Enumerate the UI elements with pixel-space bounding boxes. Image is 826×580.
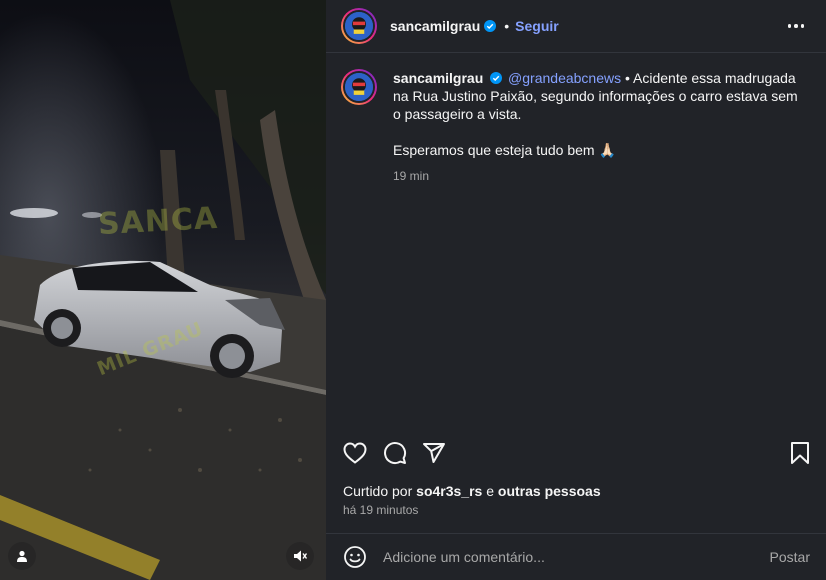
comments-section[interactable]: sancamilgrau @grandeabcnews • Acidente e… xyxy=(326,54,826,434)
person-icon xyxy=(17,550,27,562)
comment-button[interactable] xyxy=(381,439,409,467)
likes-summary: Curtido por so4r3s_rs e outras pessoas xyxy=(343,483,601,499)
caption-timestamp[interactable]: 19 min xyxy=(393,167,803,185)
follow-button[interactable]: Seguir xyxy=(515,18,559,34)
emoji-picker-button[interactable] xyxy=(343,545,367,569)
caption-username[interactable]: sancamilgrau xyxy=(393,70,483,86)
watermark-top: SANCA xyxy=(97,200,220,243)
comment-input[interactable] xyxy=(383,549,753,565)
mute-toggle-button[interactable] xyxy=(286,542,314,570)
post-comment-button[interactable]: Postar xyxy=(770,549,810,565)
save-button[interactable] xyxy=(786,439,814,467)
separator-dot: • xyxy=(504,18,510,34)
speaker-muted-icon xyxy=(294,550,307,562)
post-username[interactable]: sancamilgrau xyxy=(390,18,480,34)
more-options-icon[interactable] xyxy=(784,14,808,38)
liked-by-others[interactable]: outras pessoas xyxy=(498,483,601,499)
post-details-panel: sancamilgrau • Seguir sancamilgrau @gran… xyxy=(326,0,826,580)
likes-prefix: Curtido por xyxy=(343,483,417,499)
post-timestamp: há 19 minutos xyxy=(343,503,419,517)
heart-icon xyxy=(343,442,367,464)
action-bar xyxy=(326,434,826,474)
comment-icon xyxy=(384,442,407,465)
post-header: sancamilgrau • Seguir xyxy=(326,0,826,53)
video-frame xyxy=(0,0,326,580)
verified-badge-icon xyxy=(490,72,503,84)
tagged-people-button[interactable] xyxy=(8,542,36,570)
comment-composer: Postar xyxy=(326,533,826,580)
share-button[interactable] xyxy=(420,439,448,467)
caption: sancamilgrau @grandeabcnews • Acidente e… xyxy=(341,69,803,185)
send-icon xyxy=(423,443,445,463)
like-button[interactable] xyxy=(341,439,369,467)
caption-text-second: Esperamos que esteja tudo bem 🙏🏻 xyxy=(393,142,616,158)
caption-avatar[interactable] xyxy=(341,69,377,105)
profile-logo xyxy=(345,12,373,40)
bookmark-icon xyxy=(791,442,809,464)
liked-by-user[interactable]: so4r3s_rs xyxy=(416,483,482,499)
verified-badge-icon xyxy=(484,20,497,32)
avatar[interactable] xyxy=(341,8,377,44)
likes-connector: e xyxy=(482,483,498,499)
post-video[interactable]: SANCA MIL GRAU xyxy=(0,0,326,580)
caption-mention[interactable]: @grandeabcnews xyxy=(508,70,621,86)
emoji-icon xyxy=(344,546,366,568)
profile-logo xyxy=(345,73,373,101)
